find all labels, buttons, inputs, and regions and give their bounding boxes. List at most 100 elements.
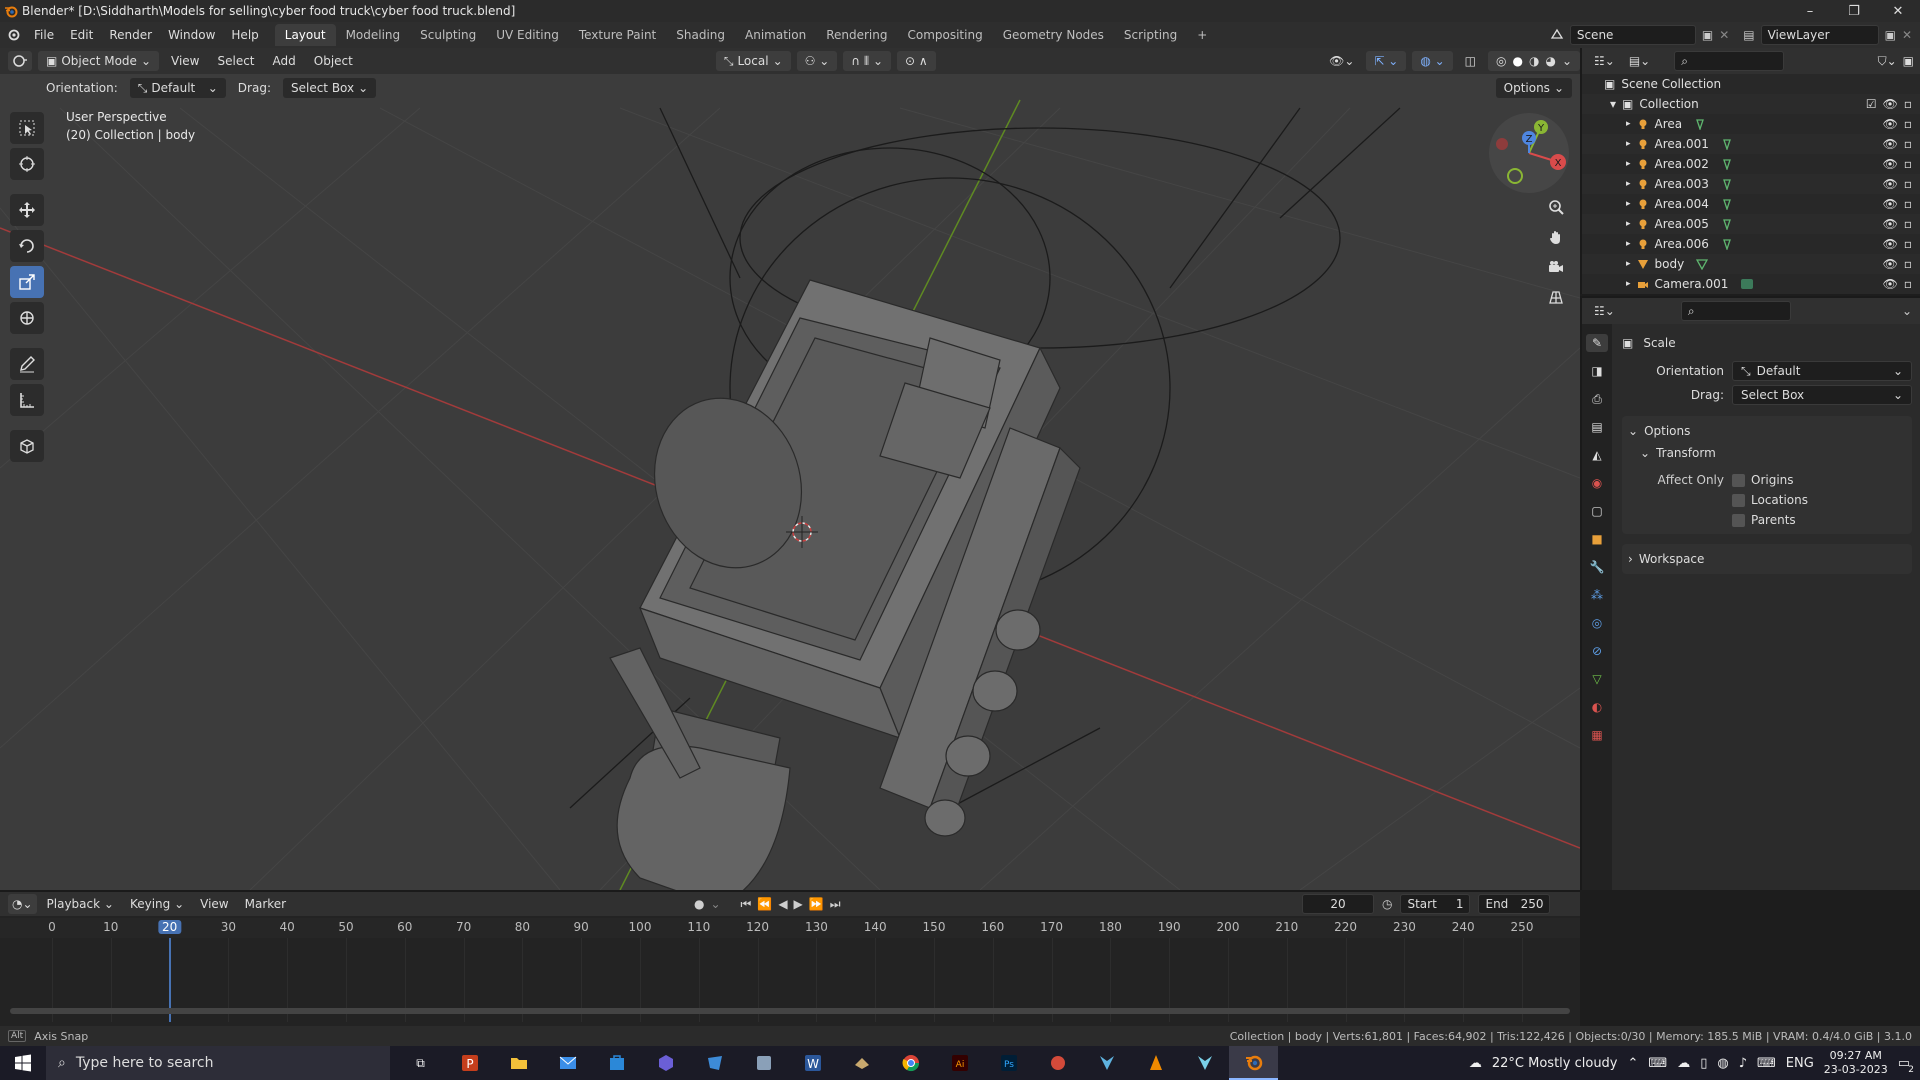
scene-collection-row[interactable]: ▣ Scene Collection: [1582, 74, 1920, 94]
camera-render-icon[interactable]: ▫: [1904, 277, 1912, 291]
chrome-icon[interactable]: [886, 1046, 935, 1080]
notifications-icon[interactable]: ▭ 2: [1898, 1056, 1914, 1075]
camera-render-icon[interactable]: ▫: [1904, 237, 1912, 251]
camera-render-icon[interactable]: ▫: [1904, 217, 1912, 231]
taskbar-search-input[interactable]: ⌕ Type here to search: [46, 1046, 390, 1080]
eye-icon[interactable]: 👁: [1883, 137, 1898, 151]
delete-view-layer-icon[interactable]: ✕: [1902, 28, 1912, 42]
chevron-down-icon[interactable]: ⌄: [710, 897, 720, 911]
checkbox-box[interactable]: [1732, 493, 1745, 507]
camera-render-icon[interactable]: ▫: [1904, 197, 1912, 211]
chevron-down-icon[interactable]: ⌄: [1902, 304, 1920, 318]
tab-animation[interactable]: Animation: [735, 24, 816, 46]
outliner-item-area-005[interactable]: ▸ Area.005 👁 ▫: [1582, 214, 1920, 234]
clock[interactable]: 09:27 AM 23-03-2023: [1824, 1049, 1888, 1077]
scene-icon[interactable]: [1550, 27, 1564, 44]
eye-icon[interactable]: 👁: [1883, 157, 1898, 171]
menu-file[interactable]: File: [26, 28, 62, 42]
menu-view[interactable]: View: [165, 54, 205, 68]
tab-rendering[interactable]: Rendering: [816, 24, 897, 46]
blender-taskbar-icon[interactable]: [1229, 1046, 1278, 1080]
onedrive-icon[interactable]: ☁: [1677, 1056, 1690, 1071]
start-frame-field[interactable]: Start 1: [1400, 894, 1471, 914]
keying-menu[interactable]: Keying ⌄: [124, 897, 190, 911]
eye-icon[interactable]: 👁: [1883, 217, 1898, 231]
delete-scene-icon[interactable]: ✕: [1719, 28, 1729, 42]
modifier-tab-icon[interactable]: 🔧: [1586, 558, 1608, 576]
illustrator-icon[interactable]: Ai: [935, 1046, 984, 1080]
camera-render-icon[interactable]: ▫: [1904, 177, 1912, 191]
scale-tool[interactable]: [10, 266, 44, 298]
expand-right-icon[interactable]: ▸: [1626, 239, 1631, 249]
locations-checkbox[interactable]: Locations: [1732, 490, 1808, 510]
properties-search-input[interactable]: ⌕: [1680, 301, 1791, 321]
expand-right-icon[interactable]: ▸: [1626, 279, 1631, 289]
drag-dropdown[interactable]: Select Box ⌄: [282, 78, 377, 98]
parents-checkbox[interactable]: Parents: [1732, 510, 1808, 530]
chevron-down-icon[interactable]: ⌄: [1562, 54, 1572, 68]
weather-icon[interactable]: ☁: [1469, 1056, 1482, 1071]
timeline-editor-icon[interactable]: ◔⌄: [8, 894, 37, 914]
tab-layout[interactable]: Layout: [274, 24, 336, 46]
overlay-toggle-button[interactable]: ◍ ⌄: [1412, 51, 1453, 71]
visibility-icon[interactable]: 👁⌄: [1323, 54, 1360, 68]
solid-shading-icon[interactable]: ●: [1512, 54, 1522, 68]
expand-right-icon[interactable]: ▸: [1626, 159, 1631, 169]
shading-mode-buttons[interactable]: ◎ ● ◑ ◕ ⌄: [1488, 51, 1580, 71]
outliner-item-area-004[interactable]: ▸ Area.004 👁 ▫: [1582, 194, 1920, 214]
outliner-item-body[interactable]: ▸ body 👁 ▫: [1582, 254, 1920, 274]
chevron-up-icon[interactable]: ⌃: [1628, 1056, 1639, 1071]
keyboard-icon[interactable]: ⌨: [1757, 1056, 1776, 1071]
orientation-dropdown[interactable]: ⤡ Default ⌄: [129, 78, 226, 98]
outliner-item-area[interactable]: ▸ Area 👁 ▫: [1582, 114, 1920, 134]
tab-texture-paint[interactable]: Texture Paint: [569, 24, 666, 46]
app-icon-5[interactable]: [1033, 1046, 1082, 1080]
language-indicator[interactable]: ENG: [1786, 1056, 1814, 1071]
speaker-icon[interactable]: ♪: [1739, 1056, 1747, 1071]
add-cube-tool[interactable]: [10, 430, 44, 462]
gizmo-toggle-button[interactable]: ⇱ ⌄: [1366, 51, 1407, 71]
eye-icon[interactable]: 👁: [1883, 177, 1898, 191]
menu-add[interactable]: Add: [267, 54, 302, 68]
play-reverse-icon[interactable]: ◀: [778, 897, 787, 911]
new-scene-icon[interactable]: ▣: [1702, 28, 1713, 42]
vlc-icon[interactable]: [1131, 1046, 1180, 1080]
jump-end-icon[interactable]: ⏭: [830, 897, 841, 912]
origins-checkbox[interactable]: Origins: [1732, 470, 1808, 490]
marker-menu[interactable]: Marker: [239, 897, 292, 911]
blender-menu-icon[interactable]: [0, 27, 26, 44]
timeline-scrollbar[interactable]: [10, 1008, 1570, 1014]
zoom-icon[interactable]: [1542, 196, 1570, 218]
record-icon[interactable]: ●: [694, 897, 704, 911]
network-icon[interactable]: ⌨: [1648, 1056, 1667, 1071]
editor-type-button[interactable]: [8, 51, 32, 71]
app-icon-2[interactable]: [690, 1046, 739, 1080]
add-workspace-button[interactable]: +: [1187, 24, 1217, 46]
transform-orientation-selector[interactable]: ⤡ Local ⌄: [715, 51, 791, 71]
tab-scripting[interactable]: Scripting: [1114, 24, 1187, 46]
data-tab-icon[interactable]: ▽: [1586, 670, 1608, 688]
eye-icon[interactable]: 👁: [1883, 197, 1898, 211]
windows-start-icon[interactable]: [0, 1054, 46, 1072]
globe-icon[interactable]: ◍: [1717, 1056, 1728, 1071]
app-icon-1[interactable]: [641, 1046, 690, 1080]
select-box-tool[interactable]: [10, 112, 44, 144]
measure-tool[interactable]: [10, 384, 44, 416]
menu-help[interactable]: Help: [223, 28, 266, 42]
menu-render[interactable]: Render: [101, 28, 160, 42]
tab-compositing[interactable]: Compositing: [897, 24, 992, 46]
options-dropdown[interactable]: Options ⌄: [1495, 78, 1572, 98]
store-icon[interactable]: [592, 1046, 641, 1080]
gizmo-neg-x[interactable]: [1496, 138, 1508, 150]
end-frame-field[interactable]: End 250: [1478, 894, 1551, 914]
drag-dropdown[interactable]: Select Box ⌄: [1732, 385, 1912, 405]
outliner-item-area-006[interactable]: ▸ Area.006 👁 ▫: [1582, 234, 1920, 254]
timeline-ruler[interactable]: 0 10 20 30 40 50 60 70 80 90 100 110 120 130 140 150 160…: [0, 918, 1580, 938]
material-tab-icon[interactable]: ◐: [1586, 698, 1608, 716]
render-tab-icon[interactable]: ◨: [1586, 362, 1608, 380]
camera-render-icon[interactable]: ▫: [1904, 137, 1912, 151]
battery-icon[interactable]: ▯: [1700, 1056, 1707, 1071]
new-view-layer-icon[interactable]: ▣: [1885, 28, 1896, 42]
eye-icon[interactable]: 👁: [1883, 257, 1898, 271]
transform-tool[interactable]: [10, 302, 44, 334]
